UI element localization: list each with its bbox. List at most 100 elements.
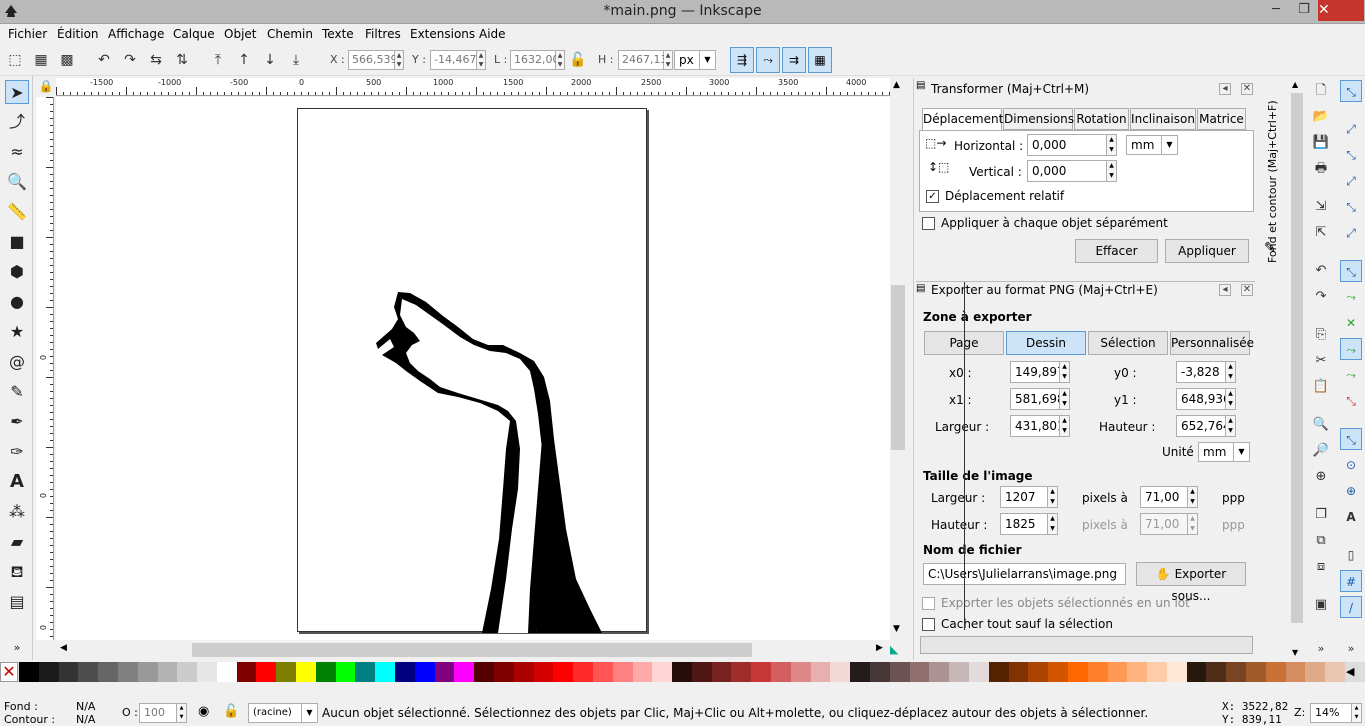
color-swatch[interactable] (672, 662, 693, 682)
snap-text-baseline-icon[interactable]: A (1340, 506, 1362, 528)
color-swatch[interactable] (117, 662, 139, 682)
ellipse-tool-icon[interactable]: ● (5, 290, 29, 314)
h-field[interactable]: 2467,13 (618, 50, 668, 70)
color-swatch[interactable] (1107, 662, 1128, 682)
color-swatch[interactable] (1226, 662, 1247, 682)
minimize-button[interactable]: ─ (1262, 0, 1290, 22)
color-swatch[interactable] (1127, 662, 1148, 682)
snap-bbox-edges-icon[interactable]: ⤡ (1340, 144, 1362, 166)
scale-stroke-icon[interactable]: ⇶ (730, 47, 754, 73)
calligraphy-tool-icon[interactable]: ✑ (5, 440, 29, 464)
opacity-spinner[interactable]: ▲ ▼ (177, 703, 187, 723)
zoom-tool-icon[interactable]: 🔍 (5, 170, 29, 194)
transform-patterns-icon[interactable]: ▦ (808, 47, 832, 73)
image-height-input[interactable]: 1825 (1000, 513, 1048, 535)
horizontal-input[interactable]: 0,000 (1027, 134, 1107, 156)
lower-to-bottom-icon[interactable]: ⤓ (286, 50, 306, 70)
color-swatch[interactable] (533, 662, 554, 682)
color-swatch[interactable] (19, 662, 40, 682)
color-swatch[interactable] (929, 662, 950, 682)
close-button[interactable]: ✕ (1318, 0, 1364, 21)
snap-nodes-icon[interactable]: ⤡ (1340, 260, 1362, 282)
snap-guides-icon[interactable]: / (1340, 596, 1362, 618)
tab-rotation[interactable]: Rotation (1074, 108, 1129, 130)
color-swatch[interactable] (177, 662, 198, 682)
dpi-spinner[interactable]: ▲ ▼ (1188, 486, 1198, 508)
vertical-spinner[interactable]: ▲ ▼ (1107, 160, 1117, 182)
color-swatch[interactable] (1246, 662, 1267, 682)
paint-bucket-tool-icon[interactable]: ⛾ (5, 560, 29, 584)
menu-edition[interactable]: Édition (57, 27, 99, 41)
color-swatch[interactable] (276, 662, 297, 682)
new-document-icon[interactable]: 🗋 (1312, 82, 1330, 100)
export-width-input[interactable]: 431,801 (1010, 415, 1060, 437)
tab-matrice[interactable]: Matrice (1197, 108, 1246, 130)
clear-button[interactable]: Effacer (1075, 239, 1158, 263)
spiral-tool-icon[interactable]: @ (5, 350, 29, 374)
vertical-scroll-thumb[interactable] (891, 285, 905, 450)
snap-centers-icon[interactable]: ⊙ (1340, 454, 1362, 476)
layer-visibility-icon[interactable]: ◉ (198, 704, 209, 719)
cut-icon[interactable]: ✂ (1312, 352, 1330, 370)
color-swatch[interactable] (454, 662, 475, 682)
color-swatch[interactable] (1206, 662, 1227, 682)
color-swatch[interactable] (711, 662, 732, 682)
color-swatch[interactable] (1186, 662, 1207, 682)
unlink-clone-icon[interactable]: ⧈ (1312, 558, 1330, 576)
x-spinner[interactable]: ▲ ▼ (395, 50, 404, 70)
save-icon[interactable]: 💾 (1312, 134, 1330, 152)
no-paint-swatch[interactable]: ✕ (0, 662, 18, 682)
y1-input[interactable]: 648,936 (1176, 388, 1226, 410)
select-all-icon[interactable]: ⬚ (5, 50, 25, 70)
color-swatch[interactable] (1305, 662, 1326, 682)
dock-scroll-thumb[interactable] (1291, 93, 1303, 623)
color-swatch[interactable] (1087, 662, 1108, 682)
eraser-tool-icon[interactable]: ▰ (5, 530, 29, 554)
x0-spinner[interactable]: ▲ ▼ (1060, 361, 1070, 383)
color-swatch[interactable] (632, 662, 653, 682)
color-swatch[interactable] (592, 662, 614, 682)
color-swatch[interactable] (949, 662, 970, 682)
layer-select[interactable]: (racine) ▼ (248, 703, 318, 723)
color-swatch[interactable] (315, 662, 337, 682)
color-swatch[interactable] (375, 662, 396, 682)
arm-silhouette-image[interactable] (298, 109, 648, 633)
zone-custom-button[interactable]: Personnalisée (1170, 331, 1254, 355)
color-swatch[interactable] (98, 662, 119, 682)
color-swatch[interactable] (256, 662, 277, 682)
node-tool-icon[interactable]: ⤴ (5, 110, 29, 134)
document-page[interactable] (297, 108, 648, 633)
paste-icon[interactable]: 📋 (1312, 378, 1330, 396)
tweak-tool-icon[interactable]: ≈ (5, 140, 29, 164)
y1-spinner[interactable]: ▲ ▼ (1226, 388, 1236, 410)
menu-filtres[interactable]: Filtres (365, 27, 401, 41)
clone-icon[interactable]: ⧉ (1312, 532, 1330, 550)
snap-grids-icon[interactable]: # (1340, 570, 1362, 592)
w-spinner[interactable]: ▲ ▼ (556, 50, 565, 70)
scale-corners-icon[interactable]: ⤳ (756, 47, 780, 73)
restore-button[interactable]: ❐ (1290, 0, 1318, 22)
scroll-down-icon[interactable]: ▼ (893, 624, 900, 634)
relative-move-checkbox[interactable]: ✓ (926, 190, 939, 203)
image-width-spinner[interactable]: ▲ ▼ (1048, 486, 1058, 508)
menu-aide[interactable]: Aide (479, 27, 506, 41)
w-field[interactable]: 1632,00 (510, 50, 560, 70)
export-width-spinner[interactable]: ▲ ▼ (1060, 415, 1070, 437)
menu-texte[interactable]: Texte (322, 27, 354, 41)
color-swatch[interactable] (1008, 662, 1029, 682)
more-commands-icon[interactable]: » (1312, 640, 1330, 658)
deselect-icon[interactable]: ▩ (57, 50, 77, 70)
dock-scrollbar[interactable]: ▲ ▼ (1290, 78, 1304, 660)
color-swatch[interactable] (38, 662, 60, 682)
star-tool-icon[interactable]: ★ (5, 320, 29, 344)
raise-icon[interactable]: ↑ (234, 50, 254, 70)
fill-stroke-side-tab[interactable]: Fond et contour (Maj+Ctrl+F) ✎ (1262, 78, 1284, 278)
select-all-layers-icon[interactable]: ▦ (31, 50, 51, 70)
color-swatch[interactable] (771, 662, 792, 682)
pen-tool-icon[interactable]: ✒ (5, 410, 29, 434)
selector-tool-icon[interactable]: ➤ (5, 80, 29, 104)
menu-objet[interactable]: Objet (224, 27, 256, 41)
color-swatch[interactable] (1028, 662, 1049, 682)
copy-icon[interactable]: ⎘ (1312, 326, 1330, 344)
rectangle-tool-icon[interactable]: ■ (5, 230, 29, 254)
